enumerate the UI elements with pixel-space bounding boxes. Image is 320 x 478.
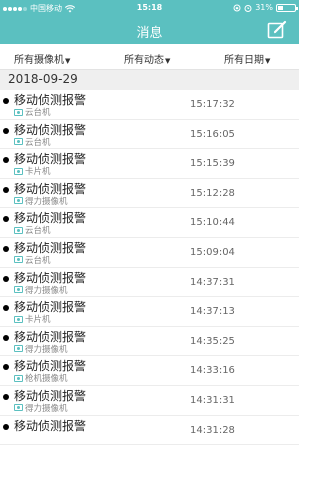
message-list: 移动侦测报警 云台机 15:17:32 移动侦测报警 云台机 15:16:05 移动侦测报警… bbox=[0, 90, 299, 446]
message-time: 15:12:28 bbox=[190, 187, 235, 199]
camera-name: 卡片机 bbox=[25, 315, 51, 326]
message-time: 14:35:25 bbox=[190, 335, 235, 347]
message-title: 移动侦测报警 bbox=[14, 418, 87, 433]
unread-dot-icon bbox=[3, 127, 9, 134]
camera-source: 云台机 bbox=[14, 136, 51, 148]
message-time: 14:31:28 bbox=[190, 424, 235, 436]
camera-icon bbox=[14, 197, 23, 205]
message-time: 14:33:16 bbox=[190, 365, 235, 377]
message-row[interactable]: 移动侦测报警 卡片机 14:37:13 bbox=[0, 297, 299, 327]
filter-event-type-label: 所有动态 bbox=[124, 55, 164, 66]
camera-source: 卡片机 bbox=[14, 165, 51, 177]
edit-icon[interactable] bbox=[267, 20, 287, 40]
camera-name: 卡片机 bbox=[25, 167, 51, 178]
unread-dot-icon bbox=[3, 334, 9, 341]
camera-icon bbox=[14, 226, 23, 234]
message-time: 14:37:31 bbox=[190, 276, 235, 288]
message-row[interactable]: 移动侦测报警 得力摄像机 15:12:28 bbox=[0, 179, 299, 209]
camera-icon bbox=[14, 256, 23, 264]
camera-source: 卡片机 bbox=[14, 313, 51, 325]
camera-name: 云台机 bbox=[25, 108, 51, 118]
message-time: 15:17:32 bbox=[190, 99, 235, 110]
camera-name: 得力摄像机 bbox=[25, 403, 68, 414]
message-row[interactable]: 移动侦测报警 卡片机 15:15:39 bbox=[0, 149, 299, 179]
filter-camera[interactable]: 所有摄像机▼ bbox=[14, 51, 70, 66]
date-section-header: 2018-09-29 bbox=[0, 70, 299, 90]
unread-dot-icon bbox=[3, 216, 9, 223]
alarm-icon bbox=[244, 4, 252, 12]
message-row[interactable]: 移动侦测报警 云台机 15:09:04 bbox=[0, 238, 299, 268]
status-bar: 中国移动 15:18 31% bbox=[0, 0, 299, 16]
camera-source: 得力摄像机 bbox=[14, 402, 68, 414]
caret-down-icon: ▼ bbox=[165, 57, 171, 65]
camera-icon bbox=[14, 138, 23, 146]
page-title: 消息 bbox=[136, 26, 163, 41]
camera-icon bbox=[14, 108, 23, 116]
message-time: 15:15:39 bbox=[190, 158, 235, 170]
message-row[interactable]: 移动侦测报警 云台机 15:17:32 bbox=[0, 90, 299, 120]
message-row[interactable]: 移动侦测报警 14:31:28 bbox=[0, 416, 299, 446]
camera-name: 得力摄像机 bbox=[25, 344, 68, 355]
message-time: 15:09:04 bbox=[190, 246, 235, 258]
filter-event-type[interactable]: 所有动态▼ bbox=[124, 51, 170, 66]
camera-source: 得力摄像机 bbox=[14, 343, 68, 355]
camera-name: 枪机摄像机 bbox=[25, 374, 68, 385]
filter-date-label: 所有日期 bbox=[224, 55, 264, 66]
camera-source: 云台机 bbox=[14, 224, 51, 236]
camera-source: 得力摄像机 bbox=[14, 284, 68, 296]
message-row[interactable]: 移动侦测报警 云台机 15:10:44 bbox=[0, 208, 299, 238]
camera-icon bbox=[14, 345, 23, 353]
message-row[interactable]: 移动侦测报警 得力摄像机 14:31:31 bbox=[0, 386, 299, 416]
camera-source: 云台机 bbox=[14, 106, 51, 118]
camera-name: 云台机 bbox=[25, 137, 51, 148]
rotation-lock-icon bbox=[233, 4, 241, 11]
message-time: 14:37:13 bbox=[190, 306, 235, 318]
caret-down-icon: ▼ bbox=[65, 57, 71, 65]
unread-dot-icon bbox=[3, 364, 9, 371]
filter-bar: 所有摄像机▼ 所有动态▼ 所有日期▼ bbox=[0, 44, 299, 70]
unread-dot-icon bbox=[3, 305, 9, 312]
message-time: 15:16:05 bbox=[190, 128, 235, 140]
camera-name: 云台机 bbox=[25, 226, 51, 237]
filter-camera-label: 所有摄像机 bbox=[14, 55, 64, 66]
status-right: 31% bbox=[233, 3, 298, 12]
unread-dot-icon bbox=[3, 245, 9, 252]
message-time: 14:31:31 bbox=[190, 394, 235, 406]
camera-icon bbox=[14, 374, 23, 382]
unread-dot-icon bbox=[3, 423, 9, 430]
unread-dot-icon bbox=[3, 98, 9, 104]
caret-down-icon: ▼ bbox=[265, 57, 271, 65]
unread-dot-icon bbox=[3, 186, 9, 193]
message-row[interactable]: 移动侦测报警 得力摄像机 14:37:31 bbox=[0, 268, 299, 298]
message-row[interactable]: 移动侦测报警 得力摄像机 14:35:25 bbox=[0, 327, 299, 357]
camera-source: 云台机 bbox=[14, 254, 51, 266]
filter-date[interactable]: 所有日期▼ bbox=[224, 51, 270, 66]
unread-dot-icon bbox=[3, 275, 9, 282]
camera-icon bbox=[14, 167, 23, 175]
camera-name: 得力摄像机 bbox=[25, 196, 68, 207]
unread-dot-icon bbox=[3, 393, 9, 400]
camera-name: 得力摄像机 bbox=[25, 285, 68, 296]
camera-icon bbox=[14, 315, 23, 323]
unread-dot-icon bbox=[3, 157, 9, 164]
camera-name: 云台机 bbox=[25, 255, 51, 266]
message-time: 15:10:44 bbox=[190, 217, 235, 229]
message-row[interactable]: 移动侦测报警 云台机 15:16:05 bbox=[0, 120, 299, 150]
camera-icon bbox=[14, 286, 23, 294]
battery-percent: 31% bbox=[255, 3, 273, 12]
nav-bar: 消息 bbox=[0, 16, 299, 44]
battery-icon bbox=[276, 3, 298, 12]
message-row[interactable]: 移动侦测报警 枪机摄像机 14:33:16 bbox=[0, 356, 299, 386]
camera-icon bbox=[14, 404, 23, 412]
camera-source: 得力摄像机 bbox=[14, 195, 68, 207]
date-label: 2018-09-29 bbox=[8, 72, 78, 86]
camera-source: 枪机摄像机 bbox=[14, 372, 68, 384]
